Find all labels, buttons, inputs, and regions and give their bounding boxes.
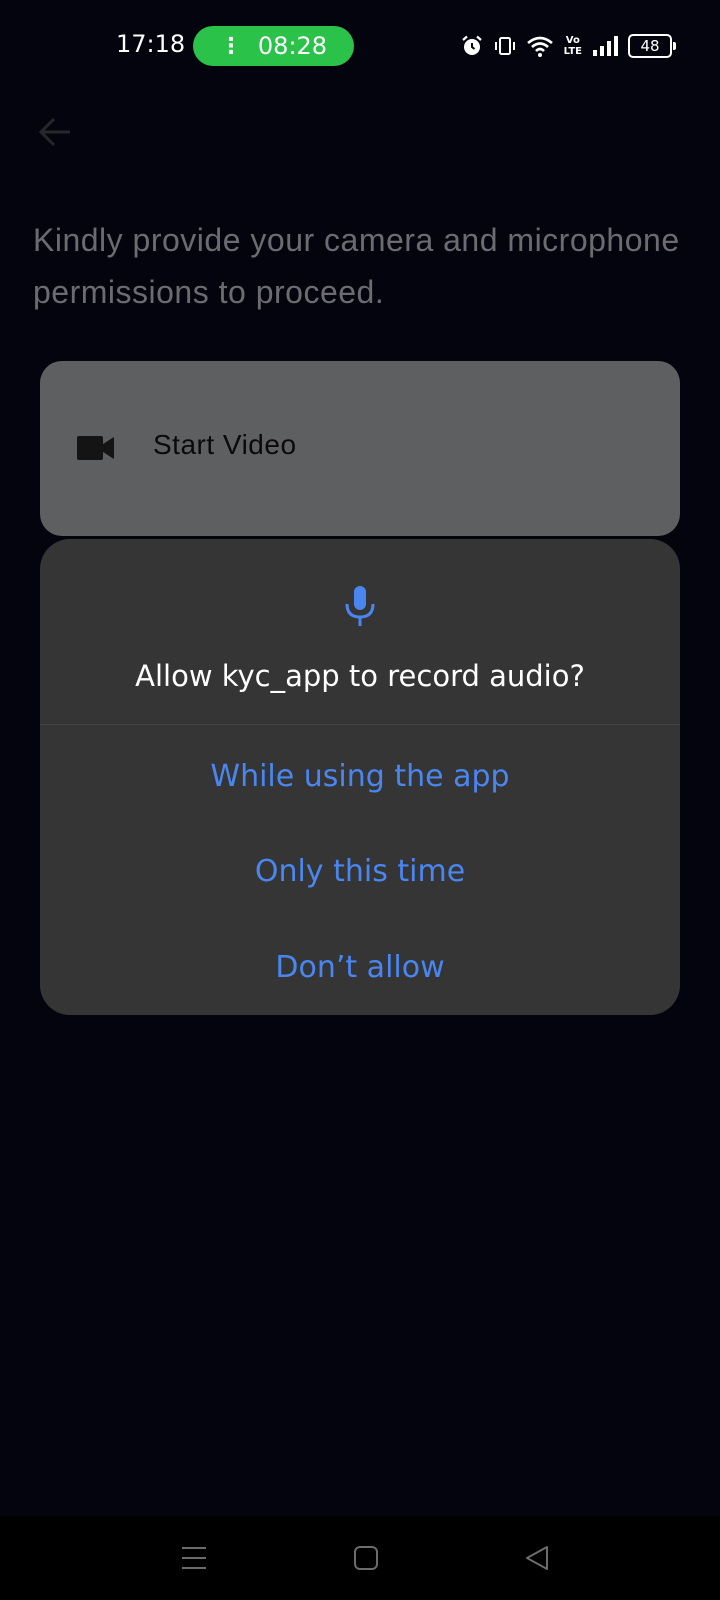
arrow-back-icon: [38, 117, 70, 147]
ongoing-call-chip[interactable]: ⋮ 08:28: [193, 26, 354, 66]
call-timer: 08:28: [257, 32, 328, 60]
status-icons: Vo LTE 48: [460, 30, 676, 62]
battery-icon: 48: [628, 34, 676, 58]
alarm-icon: [460, 34, 484, 58]
screen: 17:18 ⋮ 08:28 Vo LTE 48 Kindly provide y…: [0, 0, 720, 1600]
status-time: 17:18: [116, 30, 186, 58]
start-video-button[interactable]: Start Video: [40, 361, 680, 536]
only-this-time-button[interactable]: Only this time: [40, 832, 680, 912]
dont-allow-button[interactable]: Don’t allow: [40, 928, 680, 1008]
system-back-button[interactable]: [515, 1536, 559, 1580]
status-bar: 17:18 ⋮ 08:28 Vo LTE 48: [0, 0, 720, 92]
permission-prompt-text: Kindly provide your camera and microphon…: [33, 222, 680, 310]
dialog-divider: [40, 724, 680, 725]
wifi-icon: [526, 34, 554, 58]
back-icon: [526, 1546, 548, 1570]
navigation-bar: [0, 1516, 720, 1600]
videocam-icon: [77, 435, 115, 466]
while-using-app-button[interactable]: While using the app: [40, 737, 680, 817]
signal-icon: [592, 35, 618, 57]
vibrate-icon: [494, 34, 516, 58]
volte-icon: Vo LTE: [563, 35, 582, 57]
home-button[interactable]: [344, 1536, 388, 1580]
home-icon: [354, 1546, 378, 1570]
recents-button[interactable]: [172, 1536, 216, 1580]
start-video-label: Start Video: [153, 429, 297, 460]
call-in-progress-icon: ⋮: [219, 33, 242, 59]
permission-dialog: Allow kyc_app to record audio? While usi…: [40, 539, 680, 1015]
menu-icon: [182, 1547, 206, 1569]
back-button[interactable]: [34, 110, 78, 154]
microphone-icon: [343, 584, 377, 633]
dialog-title: Allow kyc_app to record audio?: [135, 659, 585, 693]
